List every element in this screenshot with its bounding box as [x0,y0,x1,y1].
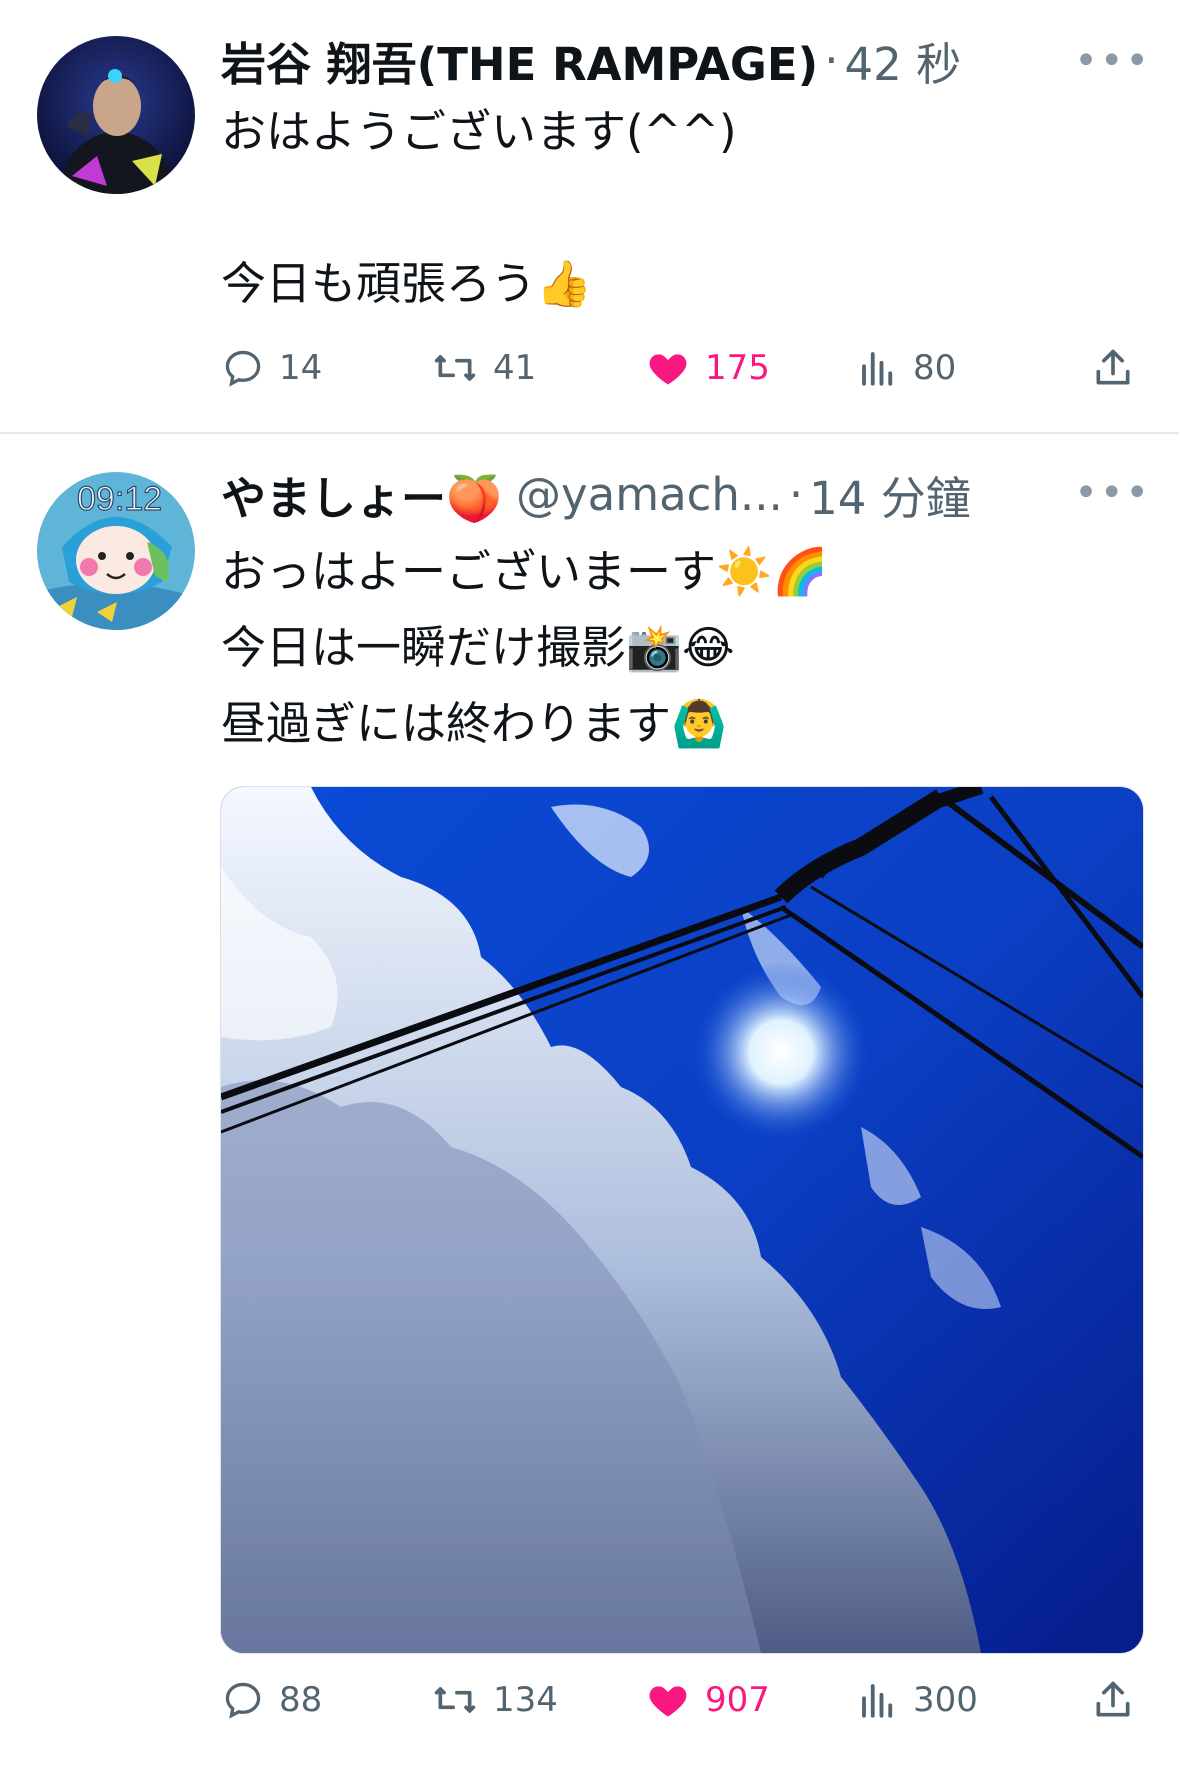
share-icon [1096,1681,1130,1717]
tweet-text: おはようございます(^^) 今日も頑張ろう👍 [221,105,737,310]
retweet-button[interactable]: 41 [431,338,536,398]
reply-count: 14 [279,348,323,388]
tweet-1[interactable]: 岩谷 翔吾(THE RAMPAGE) · 42 秒 ••• おはようございます(… [0,0,1179,432]
like-count: 907 [705,1680,770,1720]
timestamp[interactable]: 42 秒 [845,28,962,93]
views-button[interactable]: 300 [857,1670,978,1730]
avatar-clock-text: 09:12 [77,480,162,518]
view-count: 300 [913,1680,978,1720]
like-button[interactable]: 175 [645,338,770,398]
more-options-icon[interactable]: ••• [1074,38,1151,84]
retweet-count: 134 [493,1680,558,1720]
like-count: 175 [705,348,770,388]
share-icon [1096,349,1130,385]
like-button[interactable]: 907 [645,1670,770,1730]
avatar[interactable] [37,36,195,194]
reply-count: 88 [279,1680,323,1720]
heart-icon [649,1686,687,1717]
retweet-count: 41 [493,348,537,388]
separator-dot: · [824,33,839,87]
tweet-header: 岩谷 翔吾(THE RAMPAGE) · 42 秒 [221,28,1149,93]
display-name[interactable]: やましょー🍑 [221,462,502,527]
user-handle[interactable]: @yamach... [516,468,783,521]
avatar[interactable]: 09:12 [37,472,195,630]
tweet-text: おっはよーございまーす☀️🌈 今日は一瞬だけ撮影📸😂 昼過ぎには終わります🙆‍♂… [221,545,829,750]
tweet-header: やましょー🍑 @yamach... · 14 分鐘 [221,462,1149,527]
separator-dot: · [788,467,804,521]
analytics-icon [862,1684,893,1718]
display-name[interactable]: 岩谷 翔吾(THE RAMPAGE) [221,28,818,93]
share-button[interactable] [1091,338,1149,398]
heart-icon [649,354,687,385]
views-button[interactable]: 80 [857,338,956,398]
timestamp[interactable]: 14 分鐘 [809,462,971,527]
more-options-icon[interactable]: ••• [1074,470,1151,516]
view-count: 80 [913,348,957,388]
reply-icon [225,350,261,387]
reply-button[interactable]: 14 [221,338,322,398]
reply-icon [225,1682,261,1719]
analytics-icon [862,352,893,386]
reply-button[interactable]: 88 [221,1670,322,1730]
share-button[interactable] [1091,1670,1149,1730]
retweet-icon [434,1687,476,1713]
retweet-button[interactable]: 134 [431,1670,558,1730]
tweet-media-photo[interactable] [220,786,1144,1654]
action-bar: 88 134 907 300 [221,1670,1141,1730]
retweet-icon [434,355,476,381]
action-bar: 14 41 175 80 [221,338,1141,398]
